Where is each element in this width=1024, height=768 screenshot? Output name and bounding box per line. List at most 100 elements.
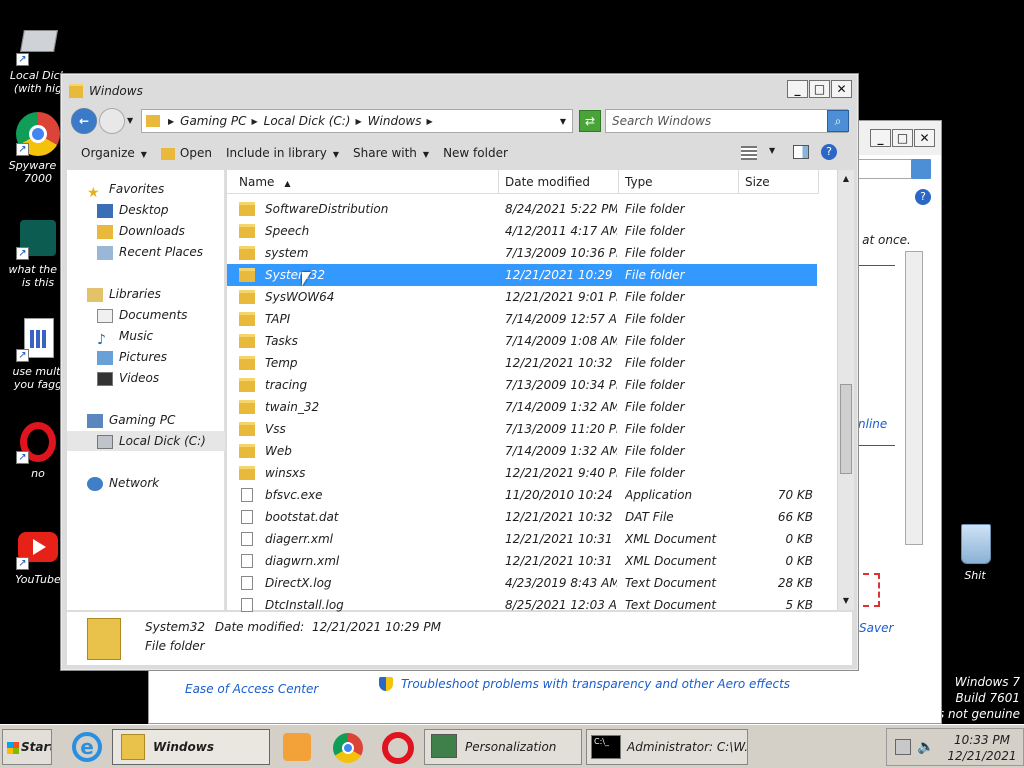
vertical-scrollbar[interactable]: ▲ ▼ (837, 170, 854, 610)
nav-pictures[interactable]: Pictures (97, 347, 167, 367)
volume-icon[interactable]: 🔈 (917, 739, 934, 755)
details-name: System32 (145, 620, 206, 634)
file-list: Name ▲ Date modified Type Size SoftwareDi… (227, 170, 854, 612)
column-header-name[interactable]: Name ▲ (227, 170, 499, 194)
address-bar[interactable]: ▶ Gaming PC ▶ Local Dick (C:) ▶ Windows … (141, 109, 573, 133)
maximize-button[interactable]: □ (892, 129, 913, 147)
scroll-down-arrow-icon[interactable]: ▼ (840, 594, 852, 608)
history-dropdown-icon[interactable]: ▼ (127, 116, 133, 125)
table-row[interactable]: twain_32 7/14/2009 1:32 AM File folder (227, 396, 817, 418)
nav-libraries[interactable]: Libraries (87, 284, 161, 304)
chevron-right-icon[interactable]: ▶ (168, 117, 174, 126)
help-icon[interactable]: ? (915, 189, 931, 205)
share-with-button[interactable]: Share with ▼ (353, 146, 429, 160)
address-dropdown-icon[interactable]: ▼ (560, 117, 566, 126)
view-options-icon[interactable] (741, 146, 757, 160)
cell-name: diagerr.xml (265, 532, 334, 546)
start-button[interactable]: Start (2, 729, 52, 765)
nav-drive[interactable]: Local Dick (C:) (67, 431, 225, 451)
back-button[interactable]: ← (71, 108, 97, 134)
internet-explorer-icon[interactable]: e (72, 732, 102, 762)
scrollbar[interactable] (905, 251, 923, 545)
column-header-date[interactable]: Date modified (499, 170, 619, 194)
nav-downloads[interactable]: Downloads (97, 221, 185, 241)
taskbar-command-prompt[interactable]: C:\_ Administrator: C:\W... (586, 729, 748, 765)
table-row[interactable]: diagerr.xml 12/21/2021 10:31 ... XML Docum… (227, 528, 817, 550)
include-in-library-button[interactable]: Include in library ▼ (226, 146, 339, 160)
nav-music[interactable]: ♪ Music (97, 326, 153, 348)
help-icon[interactable]: ? (821, 144, 837, 160)
explorer-titlebar[interactable]: Windows _ □ ✕ (67, 80, 852, 104)
preview-pane-icon[interactable] (793, 145, 809, 159)
system-tray: 🔈 10:33 PM 12/21/2021 (886, 728, 1024, 766)
nav-favorites[interactable]: ★ Favorites (87, 179, 164, 201)
open-button[interactable]: Open (160, 146, 212, 160)
online-link[interactable]: nline (858, 417, 887, 431)
ease-of-access-link[interactable]: Ease of Access Center (185, 682, 318, 696)
nav-computer[interactable]: Gaming PC (87, 410, 175, 430)
folder-icon (239, 224, 255, 238)
nav-recent-places[interactable]: Recent Places (97, 242, 203, 262)
opera-icon[interactable] (382, 732, 414, 764)
table-row[interactable]: System32 12/21/2021 10:29 ... File folder (227, 264, 817, 286)
partial-text: l at once. (855, 233, 911, 247)
breadcrumb-windows[interactable]: Windows (368, 114, 422, 128)
forward-button[interactable] (99, 108, 125, 134)
cell-date: 12/21/2021 9:01 PM (505, 290, 617, 304)
details-date-value: 12/21/2021 10:29 PM (311, 620, 441, 634)
refresh-button[interactable]: ⇄ (579, 110, 601, 132)
table-row[interactable]: DirectX.log 4/23/2019 8:43 AM Text Documen… (227, 572, 817, 594)
table-row[interactable]: Web 7/14/2009 1:32 AM File folder (227, 440, 817, 462)
table-row[interactable]: diagwrn.xml 12/21/2021 10:31 ... XML Docum… (227, 550, 817, 572)
breadcrumb-drive[interactable]: Local Dick (C:) (264, 114, 351, 128)
chevron-right-icon[interactable]: ▶ (427, 117, 433, 126)
table-row[interactable]: SysWOW64 12/21/2021 9:01 PM File folder (227, 286, 817, 308)
nav-documents[interactable]: Documents (97, 305, 187, 325)
scroll-up-arrow-icon[interactable]: ▲ (840, 172, 852, 186)
nav-videos[interactable]: Videos (97, 368, 159, 388)
chrome-icon[interactable] (333, 733, 363, 763)
minimize-button[interactable]: _ (870, 129, 891, 147)
table-row[interactable]: tracing 7/13/2009 10:34 PM File folder (227, 374, 817, 396)
table-row[interactable]: Speech 4/12/2011 4:17 AM File folder (227, 220, 817, 242)
new-folder-button[interactable]: New folder (443, 146, 508, 160)
table-row[interactable]: winsxs 12/21/2021 9:40 PM File folder (227, 462, 817, 484)
nav-desktop[interactable]: Desktop (97, 200, 169, 220)
table-row[interactable]: Temp 12/21/2021 10:32 ... File folder (227, 352, 817, 374)
clock[interactable]: 10:33 PM 12/21/2021 (941, 732, 1023, 764)
table-row[interactable]: bfsvc.exe 11/20/2010 10:24 ... Application… (227, 484, 817, 506)
chevron-right-icon[interactable]: ▶ (356, 117, 362, 126)
table-row[interactable]: SoftwareDistribution 8/24/2021 5:22 PM Fil… (227, 198, 817, 220)
close-button[interactable]: ✕ (831, 80, 852, 98)
table-row[interactable]: system 7/13/2009 10:36 PM File folder (227, 242, 817, 264)
nav-network[interactable]: Network (87, 473, 159, 493)
taskbar-personalization[interactable]: Personalization (424, 729, 582, 765)
cell-type: File folder (625, 224, 685, 238)
search-icon[interactable] (911, 159, 931, 179)
desktop-icon-recycle-bin[interactable]: Shit (937, 522, 1013, 582)
cell-type: File folder (625, 202, 685, 216)
organize-button[interactable]: Organize ▼ (81, 146, 147, 160)
close-button[interactable]: ✕ (914, 129, 935, 147)
scroll-thumb[interactable] (840, 384, 852, 474)
table-row[interactable]: TAPI 7/14/2009 12:57 AM File folder (227, 308, 817, 330)
chevron-right-icon[interactable]: ▶ (251, 117, 257, 126)
troubleshoot-link[interactable]: Troubleshoot problems with transparency … (401, 677, 790, 691)
table-row[interactable]: Vss 7/13/2009 11:20 PM File folder (227, 418, 817, 440)
explorer-window[interactable]: Windows _ □ ✕ ← ▼ ▶ Gaming PC ▶ Local Di… (60, 73, 859, 671)
maximize-button[interactable]: □ (809, 80, 830, 98)
view-dropdown-icon[interactable]: ▼ (769, 146, 775, 155)
shortcut-arrow-icon: ↗ (16, 53, 29, 66)
minimize-button[interactable]: _ (787, 80, 808, 98)
media-player-icon[interactable] (283, 733, 311, 761)
table-row[interactable]: Tasks 7/14/2009 1:08 AM File folder (227, 330, 817, 352)
column-header-size[interactable]: Size (739, 170, 819, 194)
screen-saver-link[interactable]: Saver (859, 621, 893, 635)
taskbar-windows-explorer[interactable]: Windows (112, 729, 270, 765)
search-input[interactable]: Search Windows (605, 109, 848, 133)
breadcrumb-computer[interactable]: Gaming PC (180, 114, 246, 128)
table-row[interactable]: bootstat.dat 12/21/2021 10:32 ... DAT File… (227, 506, 817, 528)
column-header-type[interactable]: Type (619, 170, 739, 194)
search-icon[interactable]: ⌕ (827, 110, 849, 132)
network-tray-icon[interactable] (895, 739, 911, 755)
